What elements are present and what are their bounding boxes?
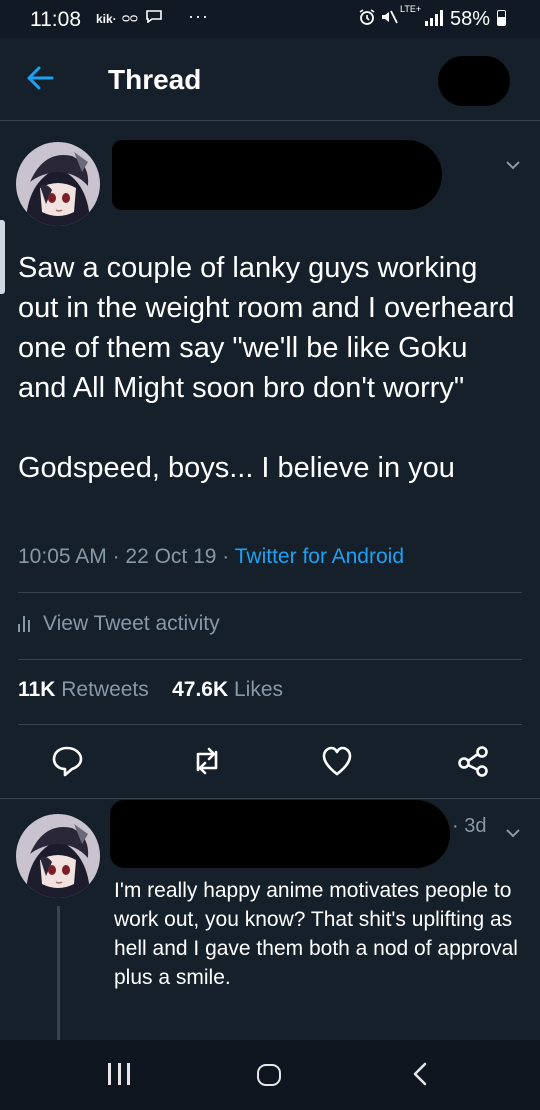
- status-time: 11:08: [30, 8, 81, 31]
- tweet-date: 22 Oct 19: [125, 545, 217, 568]
- system-navigation-bar: [0, 1040, 540, 1110]
- likes-label: Likes: [234, 678, 284, 701]
- recent-apps-button[interactable]: [108, 1063, 130, 1085]
- activity-icon: [18, 616, 30, 632]
- scroll-edge-handle[interactable]: [0, 220, 5, 294]
- reply-text: I'm really happy anime motivates people …: [114, 879, 518, 989]
- reply-time: · 3d: [452, 815, 487, 837]
- mute-icon: [380, 8, 398, 31]
- thread-connector-line: [57, 906, 60, 1042]
- battery-percent: 58%: [450, 8, 491, 30]
- likes-count: 47.6K: [172, 678, 229, 701]
- author-avatar[interactable]: [16, 142, 100, 226]
- alarm-icon: [358, 8, 376, 31]
- redacted-author-name: [112, 140, 442, 210]
- chevron-down-icon[interactable]: [505, 822, 521, 843]
- retweets-count: 11K: [18, 678, 56, 701]
- status-bar: 11:08 kik· ᴑᴑ ··· LTE+ 58%: [0, 0, 540, 38]
- tweet-meta: 10:05 AM · 22 Oct 19 · Twitter for Andro…: [18, 545, 404, 569]
- back-button[interactable]: [407, 1060, 435, 1088]
- tweet-source-link[interactable]: Twitter for Android: [235, 545, 404, 568]
- divider: [18, 592, 522, 593]
- tweet-time: 10:05 AM: [18, 545, 107, 568]
- arrow-left-icon[interactable]: [22, 60, 58, 96]
- likes-link[interactable]: 47.6K Likes: [172, 678, 283, 701]
- reply-icon[interactable]: [50, 744, 84, 778]
- activity-label: View Tweet activity: [43, 612, 220, 635]
- redacted-reply-author-name: [110, 800, 450, 868]
- share-icon[interactable]: [456, 744, 490, 778]
- meta-separator: ·: [216, 545, 235, 568]
- engagement-counts: 11K Retweets 47.6K Likes: [18, 678, 283, 702]
- retweet-icon[interactable]: [190, 744, 224, 778]
- home-button[interactable]: [257, 1064, 281, 1086]
- kik-notification-icon: kik·: [96, 12, 117, 26]
- message-notification-icon: [146, 10, 162, 26]
- divider: [0, 798, 540, 799]
- voicemail-icon: ᴑᴑ: [122, 10, 138, 25]
- heart-icon[interactable]: [320, 744, 354, 778]
- view-tweet-activity-button[interactable]: View Tweet activity: [18, 612, 220, 636]
- chevron-down-icon[interactable]: [505, 154, 521, 175]
- reply-author-avatar[interactable]: [16, 814, 100, 898]
- redacted-avatar: [438, 56, 510, 106]
- network-type: LTE+: [400, 4, 422, 14]
- page-title: Thread: [108, 64, 202, 95]
- divider: [18, 659, 522, 660]
- retweets-label: Retweets: [61, 678, 149, 701]
- more-notifications-icon: ···: [188, 6, 209, 26]
- tweet-text: Saw a couple of lanky guys working out i…: [18, 252, 515, 484]
- meta-separator: ·: [106, 545, 126, 568]
- signal-icon: [423, 10, 445, 31]
- thread-header: Thread: [0, 38, 540, 121]
- battery-icon: [497, 10, 506, 26]
- retweets-link[interactable]: 11K Retweets: [18, 678, 149, 701]
- divider: [18, 724, 522, 725]
